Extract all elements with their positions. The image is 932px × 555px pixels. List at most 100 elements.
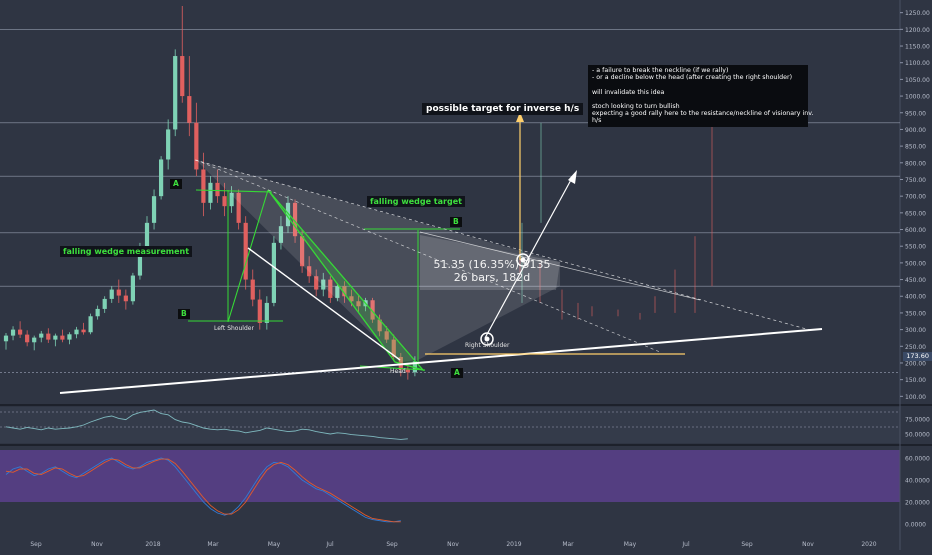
point-a-top-label: A [170, 179, 182, 189]
x-tick-label: Sep [30, 541, 42, 548]
x-tick-label: Nov [802, 541, 814, 548]
x-tick-label: Mar [562, 541, 574, 548]
chart-root: 1250.00 1200.00 1150.00 1100.00 1050.00 1000.… [0, 0, 932, 550]
candle-body [194, 122, 199, 170]
measure-readout: 51.35 (16.35%) 5135 26 bars, 182d [412, 258, 572, 284]
candle-body [46, 333, 51, 340]
measure-readout-line1: 51.35 (16.35%) 5135 [433, 258, 551, 271]
candle-body [173, 56, 178, 130]
pattern-marker-dot [484, 336, 490, 342]
y-tick-label: 900.00 [905, 127, 926, 134]
candle-body [123, 295, 128, 302]
candle-body [187, 96, 192, 123]
x-tick-label: Nov [447, 541, 459, 548]
y-tick-label: 400.00 [905, 294, 926, 301]
x-tick-label: 2018 [145, 541, 160, 548]
x-tick-label: Mar [207, 541, 219, 548]
y-tick-label: 850.00 [905, 144, 926, 151]
x-tick-label: Jul [325, 541, 334, 548]
candle-body [130, 275, 135, 302]
x-tick-label: Sep [741, 541, 753, 548]
candle-body [250, 279, 255, 300]
stoch-tick-label: 0.0000 [905, 522, 926, 529]
y-tick-label: 550.00 [905, 244, 926, 251]
y-tick-label: 450.00 [905, 277, 926, 284]
y-tick-label: 1050.00 [905, 77, 930, 84]
candle-body [74, 329, 79, 335]
candle-body [405, 369, 410, 373]
candle-body [3, 335, 9, 342]
x-tick-label: Sep [386, 541, 398, 548]
point-b-left-label: B [178, 309, 190, 319]
y-tick-label: 650.00 [905, 210, 926, 217]
candle-body [144, 222, 150, 247]
x-tick-label: Jul [681, 541, 690, 548]
x-tick-label: May [624, 541, 637, 548]
y-tick-label: 1250.00 [905, 10, 930, 17]
candle-body [222, 196, 227, 207]
y-tick-label: 1100.00 [905, 60, 930, 67]
candle-body [32, 337, 37, 343]
y-tick-label: 750.00 [905, 177, 926, 184]
y-tick-label: 250.00 [905, 344, 926, 351]
candle-body [166, 129, 171, 160]
y-tick-label: 200.00 [905, 360, 926, 367]
y-tick-label: 950.00 [905, 110, 926, 117]
candle-body [180, 56, 185, 97]
invalidation-note: - a failure to break the neckline (if we… [588, 65, 813, 127]
point-b-right-label: B [450, 217, 462, 227]
y-tick-label: 150.00 [905, 377, 926, 384]
candle-body [201, 169, 206, 203]
candle-body [67, 334, 72, 340]
x-tick-label: May [268, 541, 281, 548]
candle-body [95, 308, 100, 317]
y-tick-label: 1150.00 [905, 44, 930, 51]
candle-body [10, 329, 16, 336]
candle-body [208, 182, 213, 203]
candle-body [159, 159, 164, 197]
candle-body [60, 335, 65, 340]
x-tick-label: Nov [91, 541, 103, 548]
wedge-target-label: falling wedge target [367, 196, 465, 207]
inverse-hs-target-label: possible target for inverse h/s [422, 103, 584, 115]
wedge-measure-label: falling wedge measurement [60, 246, 193, 257]
stoch-tick-label: 40.0000 [905, 478, 930, 485]
rsi-tick-label: 75.0000 [905, 417, 930, 424]
rsi-panel [0, 407, 900, 443]
candle-body [215, 182, 220, 197]
y-tick-label: 1200.00 [905, 27, 930, 34]
measure-readout-line2: 26 bars, 182d [453, 271, 531, 284]
x-tick-label: 2020 [861, 541, 876, 548]
candle-body [116, 289, 121, 296]
rsi-tick-label: 50.0000 [905, 432, 930, 439]
point-a-bottom-label: A [451, 368, 463, 378]
y-tick-label: 300.00 [905, 327, 926, 334]
candle-body [102, 298, 107, 309]
candle-body [39, 333, 44, 338]
head-label: Head [390, 368, 406, 375]
y-tick-label: 100.00 [905, 394, 926, 401]
candle-body [264, 302, 269, 323]
y-tick-label: 600.00 [905, 227, 926, 234]
y-tick-label: 500.00 [905, 260, 926, 267]
candle-body [257, 299, 262, 323]
current-price-tag: 173.60 [903, 352, 932, 361]
y-tick-label: 800.00 [905, 160, 926, 167]
stoch-tick-label: 60.0000 [905, 456, 930, 463]
y-tick-label: 700.00 [905, 194, 926, 201]
candle-body [243, 222, 248, 280]
candle-body [81, 329, 86, 333]
candle-body [25, 334, 30, 343]
candle-body [88, 316, 93, 333]
y-tick-label: 1000.00 [905, 94, 930, 101]
candle-body [271, 242, 276, 303]
x-tick-label: 2019 [506, 541, 521, 548]
stoch-tick-label: 20.0000 [905, 500, 930, 507]
candle-body [151, 196, 157, 223]
y-tick-label: 350.00 [905, 310, 926, 317]
candle-body [18, 329, 23, 335]
candle-body [109, 289, 114, 299]
candle-body [53, 335, 58, 340]
stoch-band [0, 450, 900, 502]
left-shoulder-label: Left Shoulder [214, 325, 254, 332]
